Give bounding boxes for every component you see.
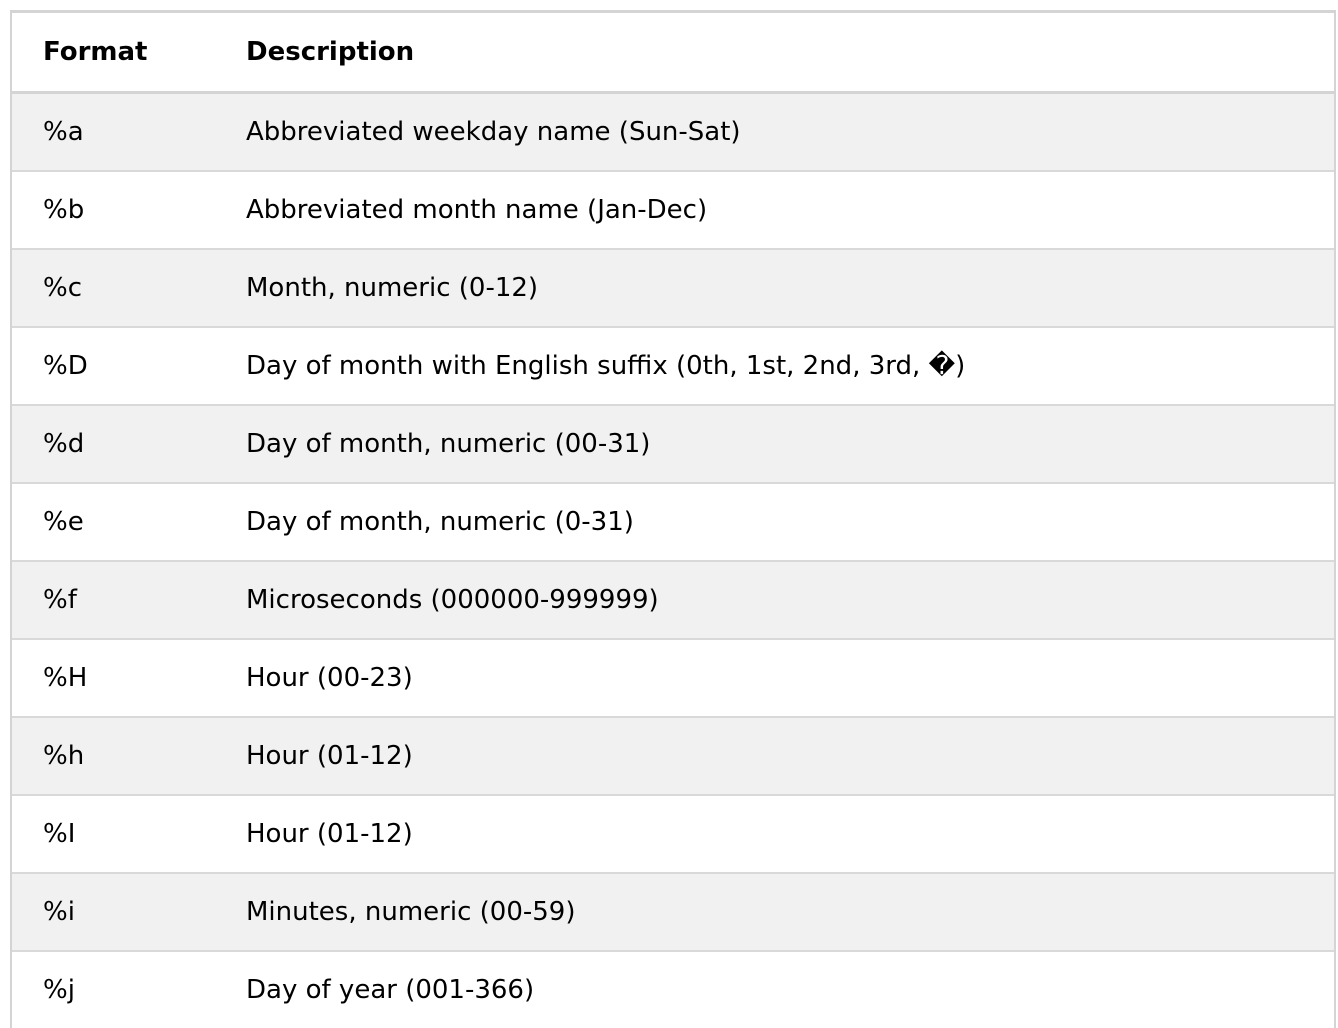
table-row: %e Day of month, numeric (0-31) <box>12 483 1334 562</box>
table-row: %h Hour (01-12) <box>12 717 1334 796</box>
format-cell: %a <box>12 92 215 172</box>
description-cell: Hour (01-12) <box>215 717 1334 796</box>
table-row: %D Day of month with English suffix (0th… <box>12 327 1334 406</box>
format-cell: %c <box>12 249 215 328</box>
description-cell: Day of year (001-366) <box>215 951 1334 1028</box>
format-cell: %b <box>12 171 215 250</box>
description-cell: Microseconds (000000-999999) <box>215 561 1334 640</box>
description-cell: Day of month with English suffix (0th, 1… <box>215 327 1334 406</box>
format-cell: %i <box>12 873 215 952</box>
description-cell: Hour (00-23) <box>215 639 1334 718</box>
format-cell: %d <box>12 405 215 484</box>
table-row: %c Month, numeric (0-12) <box>12 249 1334 328</box>
column-header-format: Format <box>12 13 215 94</box>
format-cell: %h <box>12 717 215 796</box>
format-cell: %D <box>12 327 215 406</box>
format-cell: %f <box>12 561 215 640</box>
table-row: %f Microseconds (000000-999999) <box>12 561 1334 640</box>
table-header-row: Format Description <box>12 13 1334 94</box>
description-cell: Abbreviated weekday name (Sun-Sat) <box>215 92 1334 172</box>
table-row: %a Abbreviated weekday name (Sun-Sat) <box>12 92 1334 172</box>
description-cell: Day of month, numeric (0-31) <box>215 483 1334 562</box>
format-cell: %I <box>12 795 215 874</box>
description-cell: Hour (01-12) <box>215 795 1334 874</box>
description-cell: Month, numeric (0-12) <box>215 249 1334 328</box>
description-cell: Abbreviated month name (Jan-Dec) <box>215 171 1334 250</box>
format-cell: %e <box>12 483 215 562</box>
table-row: %j Day of year (001-366) <box>12 951 1334 1028</box>
format-cell: %j <box>12 951 215 1028</box>
table-row: %b Abbreviated month name (Jan-Dec) <box>12 171 1334 250</box>
date-format-table: Format Description %a Abbreviated weekda… <box>12 13 1334 1028</box>
column-header-description: Description <box>215 13 1334 94</box>
format-table-container: Format Description %a Abbreviated weekda… <box>10 10 1336 1028</box>
format-cell: %H <box>12 639 215 718</box>
table-row: %H Hour (00-23) <box>12 639 1334 718</box>
table-row: %I Hour (01-12) <box>12 795 1334 874</box>
table-row: %i Minutes, numeric (00-59) <box>12 873 1334 952</box>
table-row: %d Day of month, numeric (00-31) <box>12 405 1334 484</box>
description-cell: Day of month, numeric (00-31) <box>215 405 1334 484</box>
description-cell: Minutes, numeric (00-59) <box>215 873 1334 952</box>
